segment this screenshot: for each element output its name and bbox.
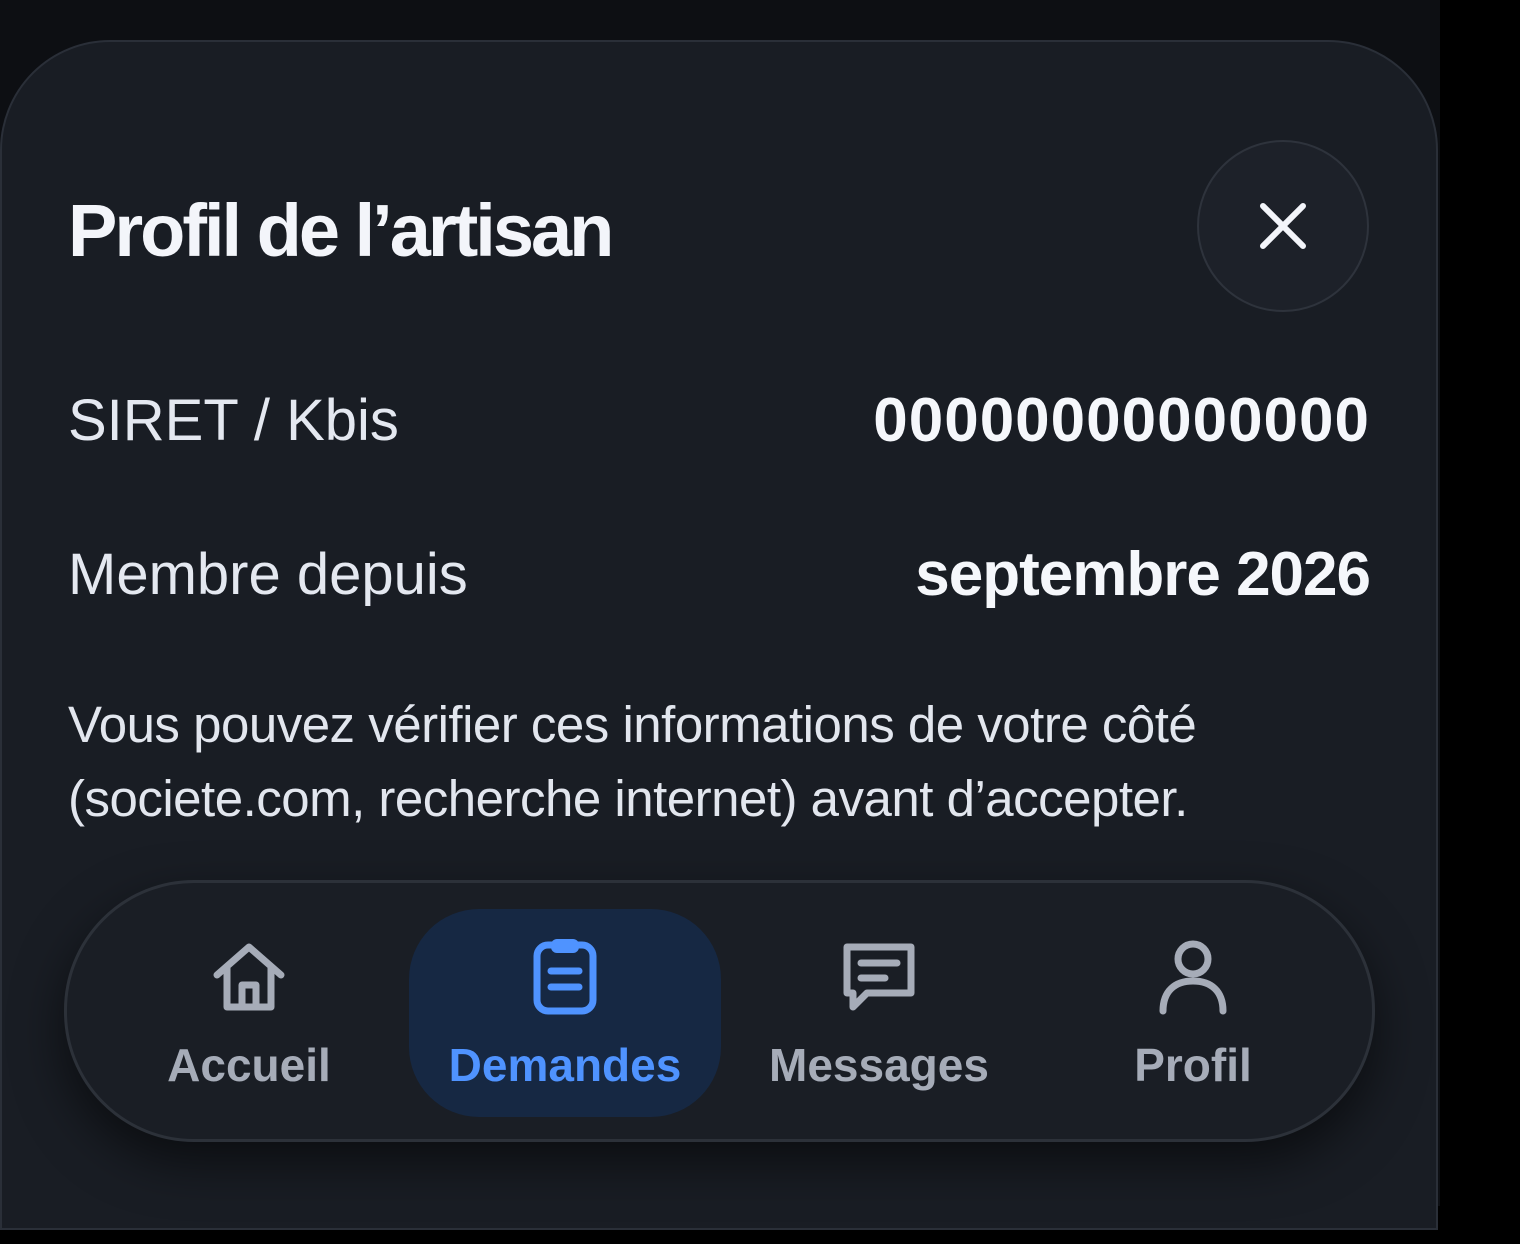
- nav-label-messages: Messages: [769, 1039, 989, 1091]
- home-icon: [213, 943, 285, 1011]
- nav-label-profil: Profil: [1134, 1039, 1252, 1091]
- nav-item-profil[interactable]: Profil: [1037, 909, 1349, 1117]
- nav-item-messages[interactable]: Messages: [723, 909, 1035, 1117]
- nav-label-accueil: Accueil: [167, 1039, 331, 1091]
- bottom-navigation: Accueil Demandes Messages Profil: [64, 880, 1375, 1142]
- verification-note: Vous pouvez vérifier ces informations de…: [68, 696, 1197, 827]
- siret-value: 00000000000000: [873, 386, 1370, 455]
- message-icon: [843, 943, 915, 1011]
- member-since-value: septembre 2026: [915, 540, 1371, 609]
- nav-item-demandes[interactable]: Demandes: [409, 909, 721, 1117]
- close-button[interactable]: [1197, 140, 1369, 312]
- nav-item-accueil[interactable]: Accueil: [93, 909, 405, 1117]
- close-icon: [1260, 203, 1306, 249]
- nav-label-demandes: Demandes: [448, 1039, 682, 1091]
- clipboard-icon: [533, 939, 597, 1015]
- member-since-label: Membre depuis: [68, 542, 468, 607]
- screen-edge-right: [1440, 0, 1520, 1244]
- siret-label: SIRET / Kbis: [68, 388, 399, 453]
- sheet-title: Profil de l’artisan: [68, 189, 614, 272]
- user-icon: [1159, 940, 1227, 1015]
